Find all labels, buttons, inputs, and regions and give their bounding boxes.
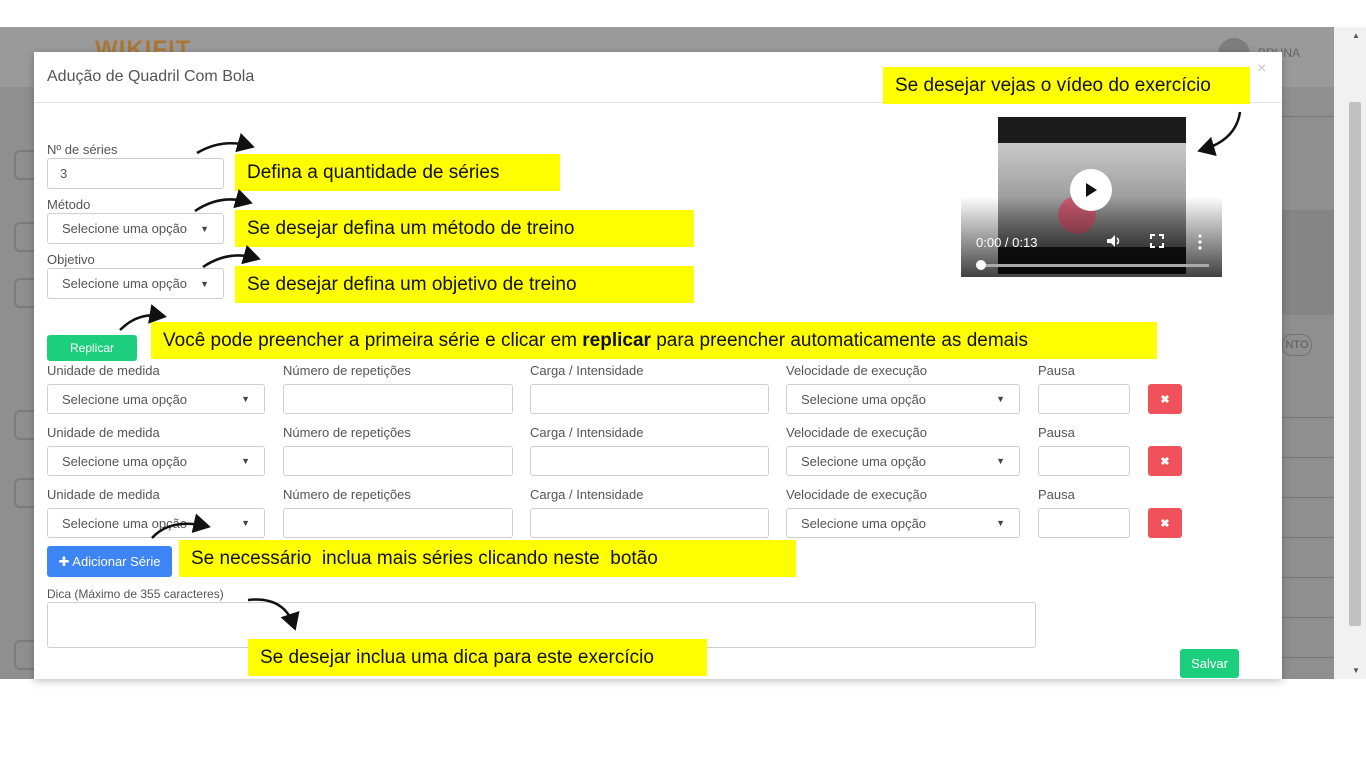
arrow-method: [194, 188, 253, 213]
arrow-add-series: [151, 513, 211, 539]
arrow-objective: [202, 244, 261, 269]
annotation-arrows: [119, 111, 1242, 631]
arrow-tip: [247, 598, 300, 631]
arrow-video: [1197, 111, 1242, 157]
arrow-series: [196, 132, 255, 155]
arrow-replicate: [119, 304, 167, 331]
